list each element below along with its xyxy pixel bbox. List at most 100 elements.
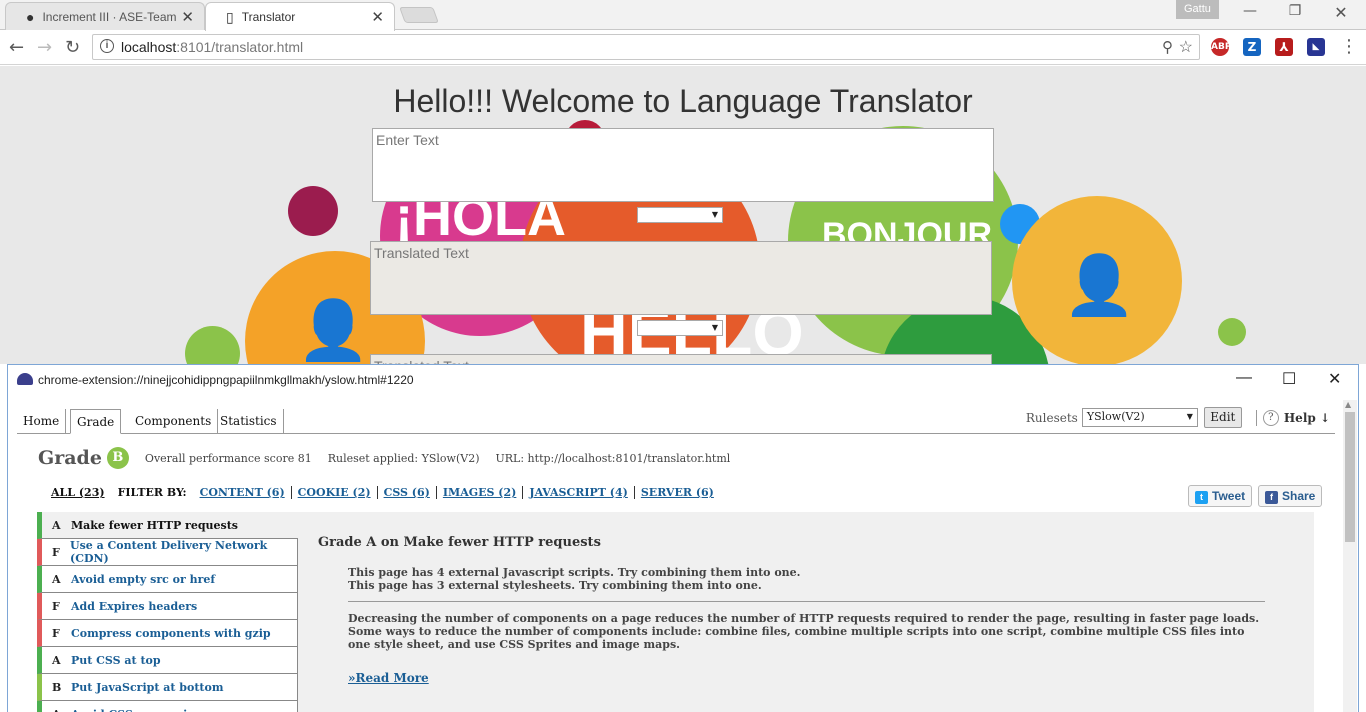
filter-bar: ALL (23) FILTER BY: CONTENT (6) COOKIE (… <box>51 486 726 499</box>
rule-item[interactable]: F Compress components with gzip <box>37 620 298 647</box>
rulesets-label: Rulesets <box>1025 410 1078 425</box>
page-content: ¡HOLA BONJOUR HELLO 👤 👤 Hello!!! Welcome… <box>0 66 1366 364</box>
menu-icon[interactable]: ⋮ <box>1340 36 1358 57</box>
tab-statistics[interactable]: Statistics <box>214 409 284 433</box>
rule-grade: A <box>52 518 61 532</box>
tab-increment[interactable]: ● Increment III · ASE-Team ✕ <box>5 2 205 30</box>
zotero-icon[interactable]: Z <box>1243 38 1261 56</box>
source-language-select[interactable]: ▼ <box>637 207 723 223</box>
close-window-icon[interactable]: ✕ <box>1318 3 1364 22</box>
share-label: Share <box>1282 489 1316 503</box>
input-textarea[interactable]: Enter Text <box>372 128 994 202</box>
finding-line: This page has 4 external Javascript scri… <box>348 566 801 579</box>
github-icon: ● <box>26 8 35 25</box>
profile-button[interactable]: Gattu <box>1176 0 1219 19</box>
tab-home[interactable]: Home <box>17 409 67 433</box>
scroll-up-icon[interactable]: ▲ <box>1345 400 1351 409</box>
rule-grade: F <box>52 626 60 640</box>
filter-css[interactable]: CSS (6) <box>384 486 437 499</box>
url-text: URL: http://localhost:8101/translator.ht… <box>495 451 731 465</box>
scrollbar[interactable]: ▲ <box>1343 400 1357 712</box>
zoom-icon[interactable]: ⚲ <box>1162 38 1173 56</box>
rule-grade: A <box>52 653 61 667</box>
close-icon[interactable]: ✕ <box>371 8 384 26</box>
divider <box>348 601 1265 602</box>
rule-item[interactable]: B Put JavaScript at bottom <box>37 674 298 701</box>
edit-button[interactable]: Edit <box>1203 407 1242 428</box>
small-bubble <box>185 326 240 364</box>
output2-textarea[interactable]: Translated Text <box>370 354 992 364</box>
grade-label: Grade <box>38 447 102 469</box>
filter-images[interactable]: IMAGES (2) <box>443 486 524 499</box>
acrobat-icon[interactable]: ⅄ <box>1275 38 1293 56</box>
adblock-icon[interactable]: ABP <box>1211 38 1231 56</box>
read-more-link[interactable]: »Read More <box>348 671 1278 685</box>
rule-name: Put CSS at top <box>71 653 161 667</box>
browser-toolbar: ← → ↻ i localhost:8101/translator.html ⚲… <box>0 30 1366 65</box>
tab-strip: ● Increment III · ASE-Team ✕ ▯ Translato… <box>0 0 1366 31</box>
rule-item[interactable]: A Avoid empty src or href <box>37 566 298 593</box>
reload-icon[interactable]: ↻ <box>65 37 80 58</box>
twitter-icon: t <box>1195 491 1208 504</box>
new-tab-button[interactable] <box>399 7 439 23</box>
bookmark-star-icon[interactable]: ☆ <box>1179 37 1193 57</box>
rule-grade: F <box>52 545 60 559</box>
close-icon[interactable]: ✕ <box>181 8 194 26</box>
help-button[interactable]: ? Help ↓ <box>1255 409 1330 426</box>
share-button[interactable]: f Share <box>1258 485 1323 507</box>
ruleset-controls: Rulesets YSlow(V2) Edit ? Help ↓ <box>1026 407 1330 428</box>
rule-grade: A <box>52 572 61 586</box>
rule-grade: F <box>52 599 60 613</box>
target-language-select[interactable]: ▼ <box>637 320 723 336</box>
rule-item[interactable]: F Add Expires headers <box>37 593 298 620</box>
rule-item[interactable]: A Put CSS at top <box>37 647 298 674</box>
rule-name: Avoid empty src or href <box>71 572 216 586</box>
maximize-icon[interactable]: ☐ <box>1282 369 1296 389</box>
close-window-icon[interactable]: ✕ <box>1328 369 1341 389</box>
filter-all[interactable]: ALL (23) <box>51 486 105 499</box>
rule-list: A Make fewer HTTP requests F Use a Content … <box>37 512 298 712</box>
url-path: :8101/translator.html <box>176 39 304 55</box>
ruleset-text: Ruleset applied: YSlow(V2) <box>327 451 480 465</box>
yslow-icon[interactable]: ◣ <box>1307 38 1325 56</box>
tab-title: Increment III · ASE-Team <box>42 9 177 24</box>
tab-components[interactable]: Components <box>129 409 219 433</box>
rule-name: Put JavaScript at bottom <box>71 680 224 694</box>
tweet-button[interactable]: t Tweet <box>1188 485 1253 507</box>
rule-item[interactable]: A Make fewer HTTP requests <box>37 512 298 539</box>
address-bar[interactable]: i localhost:8101/translator.html ⚲ ☆ <box>92 34 1200 60</box>
small-bubble <box>1218 318 1246 346</box>
rule-detail: Grade A on Make fewer HTTP requests This… <box>318 535 1278 685</box>
tab-grade[interactable]: Grade <box>70 409 122 434</box>
rule-item[interactable]: F Use a Content Delivery Network (CDN) <box>37 539 298 566</box>
rule-grade: A <box>52 708 71 712</box>
tab-title: Translator <box>241 10 296 24</box>
grade-badge: B <box>106 447 129 469</box>
filter-content[interactable]: CONTENT (6) <box>200 486 292 499</box>
rule-name: Avoid CSS expressions <box>71 708 209 712</box>
rule-name: Use a Content Delivery Network (CDN) <box>69 539 268 565</box>
info-icon[interactable]: i <box>100 39 114 53</box>
back-icon[interactable]: ← <box>9 37 24 58</box>
question-icon: ? <box>1262 409 1279 426</box>
detail-findings: This page has 4 external Javascript scri… <box>348 566 1278 592</box>
url-text: localhost:8101/translator.html <box>121 39 303 55</box>
filter-cookie[interactable]: COOKIE (2) <box>298 486 378 499</box>
filter-server[interactable]: SERVER (6) <box>641 486 720 499</box>
facebook-icon: f <box>1265 491 1278 504</box>
rule-item[interactable]: AAvoid CSS expressions <box>37 701 298 712</box>
scrollbar-thumb[interactable] <box>1345 412 1355 542</box>
filter-javascript[interactable]: JAVASCRIPT (4) <box>529 486 635 499</box>
minimize-icon[interactable]: — <box>1227 3 1273 19</box>
page-title: Hello!!! Welcome to Language Translator <box>393 83 973 119</box>
tab-translator[interactable]: ▯ Translator ✕ <box>205 2 395 31</box>
forward-icon[interactable]: → <box>37 37 52 58</box>
yslow-window: chrome-extension://ninejjcohidippngpapii… <box>7 364 1359 712</box>
output-textarea[interactable]: Translated Text <box>370 241 992 315</box>
yslow-window-title: chrome-extension://ninejjcohidippngpapii… <box>38 373 414 387</box>
yslow-titlebar: chrome-extension://ninejjcohidippngpapii… <box>8 365 1358 395</box>
ruleset-select[interactable]: YSlow(V2) <box>1081 408 1198 427</box>
restore-icon[interactable]: ❐ <box>1272 3 1318 19</box>
page-icon: ▯ <box>226 8 234 25</box>
minimize-icon[interactable]: — <box>1236 369 1252 387</box>
